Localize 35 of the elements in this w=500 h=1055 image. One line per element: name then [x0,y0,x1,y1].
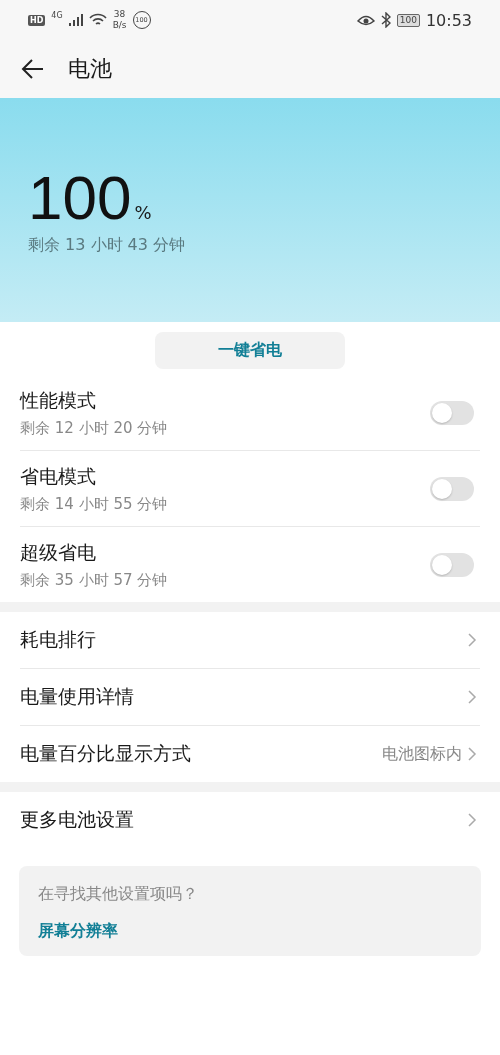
mode-title: 省电模式 [20,463,97,489]
battery-percentage: 100 [28,164,132,231]
mode-remaining: 剩余 14 小时 55 分钟 [20,494,169,514]
clock: 10:53 [425,10,472,30]
toggle-switch[interactable] [430,400,474,425]
chevron-icon [466,632,478,648]
toggle-switch[interactable] [430,552,474,577]
speed-unit: B/s [112,20,127,31]
mode-title: 超级省电 [20,539,97,565]
eye-icon [356,13,375,27]
suggestion-question: 在寻找其他设置项吗？ [38,884,198,905]
setting-value: 电池图标内 [382,743,462,765]
network-speed: 38 [113,9,126,20]
suggestion-link[interactable]: 屏幕分辨率 [38,921,118,942]
remaining-time: 剩余 13 小时 43 分钟 [28,234,187,256]
page-title: 电池 [68,55,112,83]
bluetooth-icon [380,12,391,28]
mode-remaining: 剩余 35 小时 57 分钟 [20,570,169,590]
hd-indicator: HD [28,14,46,26]
mode-remaining: 剩余 12 小时 20 分钟 [20,418,169,438]
settings-item[interactable]: 电量使用详情 [20,684,466,710]
power-saving-button[interactable]: 一键省电 [155,332,345,369]
settings-item[interactable]: 电量百分比显示方式 [20,741,382,767]
toggle-switch[interactable] [430,476,474,501]
chevron-icon [466,812,478,828]
percent-sign: % [134,201,152,223]
signal-icon [68,14,83,26]
wifi-icon [88,13,107,27]
network-type: 4G [51,11,63,20]
battery-level: 100 [396,13,420,27]
chevron-icon [466,746,478,762]
settings-item[interactable]: 更多电池设置 [20,807,466,833]
settings-item[interactable]: 耗电排行 [20,627,466,653]
chevron-icon [466,689,478,705]
mode-title: 性能模式 [20,387,97,413]
